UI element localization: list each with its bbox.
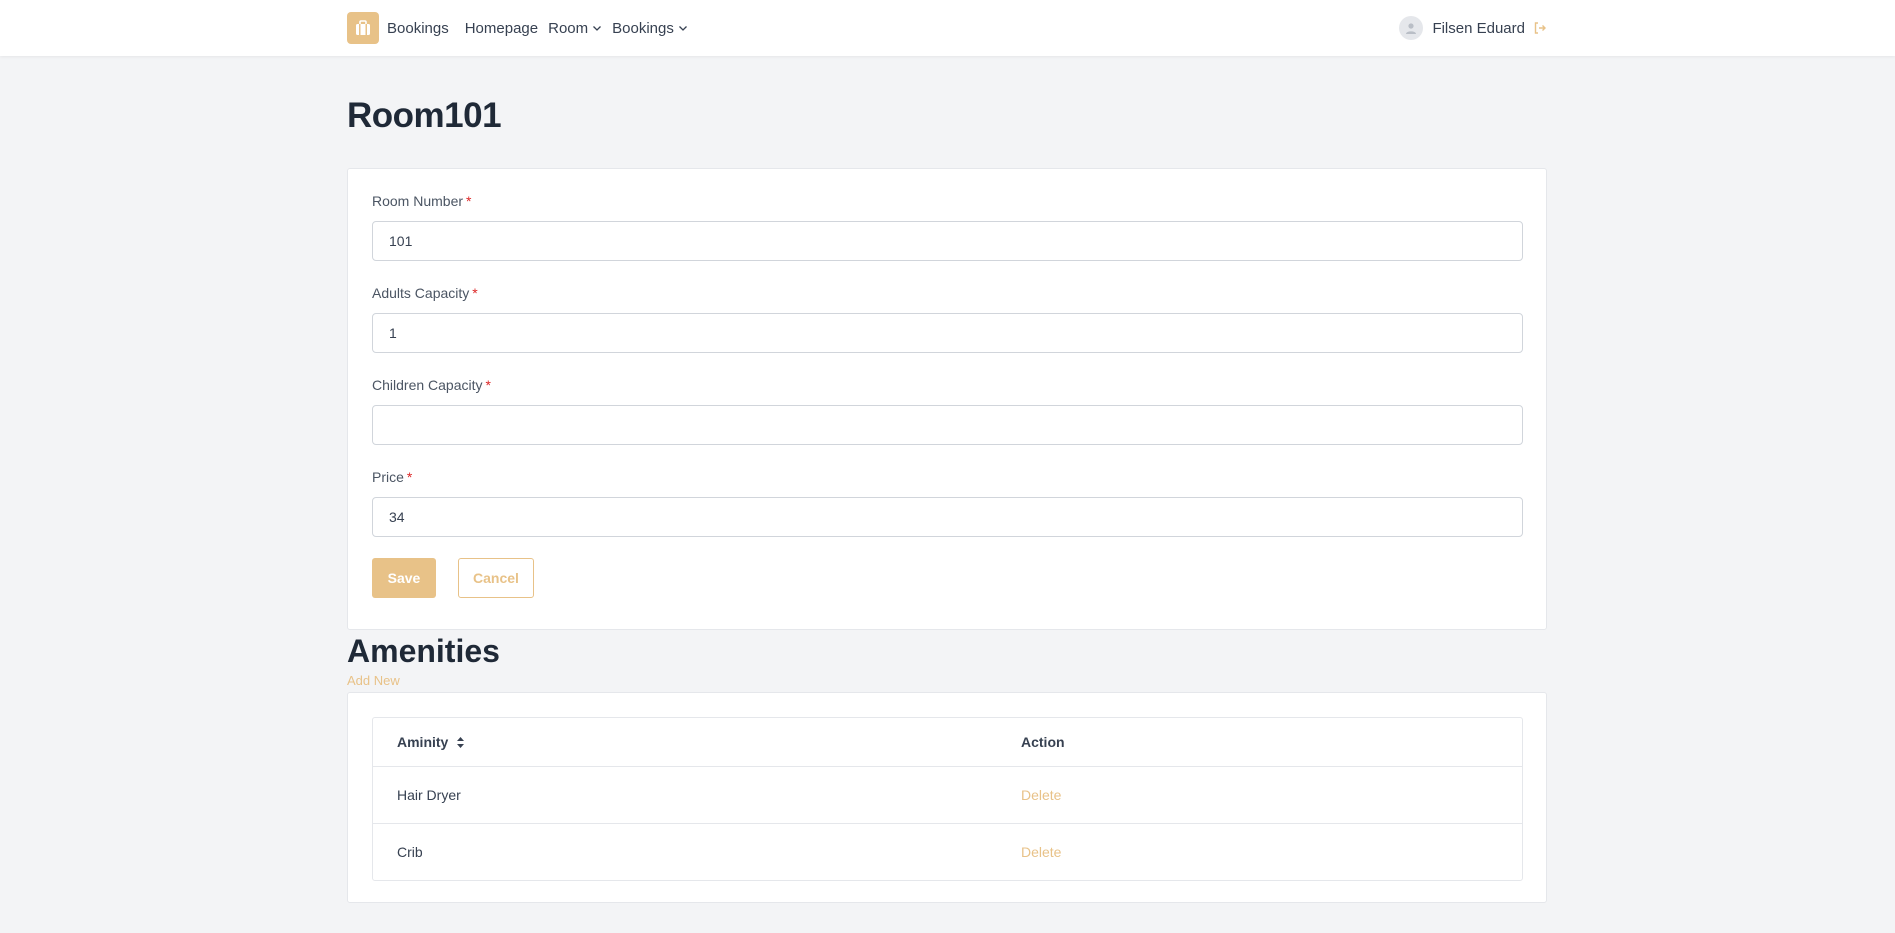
- room-number-label: Room Number *: [372, 191, 1522, 211]
- nav-links: Homepage Room Bookings: [465, 20, 698, 37]
- cancel-button[interactable]: Cancel: [458, 558, 534, 598]
- nav-link-bookings-label[interactable]: Bookings: [612, 20, 674, 37]
- page-title: Room101: [347, 96, 502, 135]
- price-label-text: Price: [372, 469, 404, 485]
- required-marker: *: [466, 193, 472, 209]
- adults-capacity-label-text: Adults Capacity: [372, 285, 470, 301]
- price-field: Price *: [372, 467, 1523, 537]
- room-number-input[interactable]: [372, 221, 1523, 261]
- amenity-name: Hair Dryer: [397, 787, 461, 803]
- brand[interactable]: Bookings: [347, 12, 449, 44]
- briefcase-icon[interactable]: [347, 12, 379, 44]
- amenity-name: Crib: [397, 844, 423, 860]
- logout-icon[interactable]: [1533, 21, 1547, 35]
- required-marker: *: [406, 469, 413, 485]
- sort-icon[interactable]: [456, 736, 465, 749]
- room-form-card: Room Number* Adults Capacity* Children C…: [347, 168, 1547, 630]
- amenities-table: Aminity Action Hair Dryer Delete Crib De…: [372, 717, 1523, 881]
- delete-cell: Delete: [1021, 844, 1061, 860]
- price-input[interactable]: [372, 497, 1523, 537]
- nav-link-room[interactable]: Room: [548, 20, 602, 37]
- add-new-link[interactable]: Add New: [347, 673, 400, 688]
- user-menu[interactable]: Filsen Eduard: [1399, 16, 1547, 40]
- nav-link-homepage[interactable]: Homepage: [465, 20, 538, 37]
- user-avatar-icon[interactable]: [1399, 16, 1424, 40]
- adults-capacity-input[interactable]: [372, 313, 1523, 353]
- amenities-title: Amenities: [347, 633, 500, 669]
- amenities-card: Aminity Action Hair Dryer Delete Crib De…: [347, 692, 1547, 903]
- delete-link[interactable]: Delete: [1021, 844, 1061, 860]
- delete-link[interactable]: Delete: [1021, 787, 1061, 803]
- table-row: Hair Dryer Delete: [373, 766, 1522, 823]
- user-name[interactable]: Filsen Eduard: [1432, 20, 1525, 37]
- save-button[interactable]: Save: [372, 558, 436, 598]
- room-number-label-text: Room Number: [372, 193, 464, 209]
- brand-name[interactable]: Bookings: [387, 20, 449, 37]
- column-header-aminity[interactable]: Aminity: [373, 734, 1021, 750]
- nav-link-bookings[interactable]: Bookings: [612, 20, 688, 37]
- top-navbar: Bookings Homepage Room Bookings Filsen E…: [0, 0, 1895, 56]
- column-header-action: Action: [1021, 734, 1065, 750]
- navbar-inner: Bookings Homepage Room Bookings Filsen E…: [347, 0, 1547, 56]
- children-capacity-label-text: Children Capacity: [372, 377, 483, 393]
- price-label: Price *: [372, 467, 1522, 487]
- room-number-field: Room Number *: [372, 191, 1523, 261]
- children-capacity-input[interactable]: [372, 405, 1523, 445]
- nav-link-room-label[interactable]: Room: [548, 20, 588, 37]
- children-capacity-field: Children Capacity *: [372, 375, 1523, 445]
- chevron-down-icon[interactable]: [678, 23, 688, 33]
- form-actions: Save Cancel: [372, 558, 1522, 598]
- adults-capacity-label: Adults Capacity *: [372, 283, 1522, 303]
- chevron-down-icon[interactable]: [592, 23, 602, 33]
- nav-link-homepage-label[interactable]: Homepage: [465, 20, 538, 37]
- children-capacity-label: Children Capacity *: [372, 375, 1522, 395]
- required-marker: *: [472, 285, 478, 301]
- delete-cell: Delete: [1021, 787, 1061, 803]
- adults-capacity-field: Adults Capacity *: [372, 283, 1523, 353]
- column-header-aminity-label[interactable]: Aminity: [397, 734, 448, 750]
- table-row: Crib Delete: [373, 823, 1522, 880]
- table-header-row: Aminity Action: [373, 718, 1522, 766]
- required-marker: *: [485, 377, 491, 393]
